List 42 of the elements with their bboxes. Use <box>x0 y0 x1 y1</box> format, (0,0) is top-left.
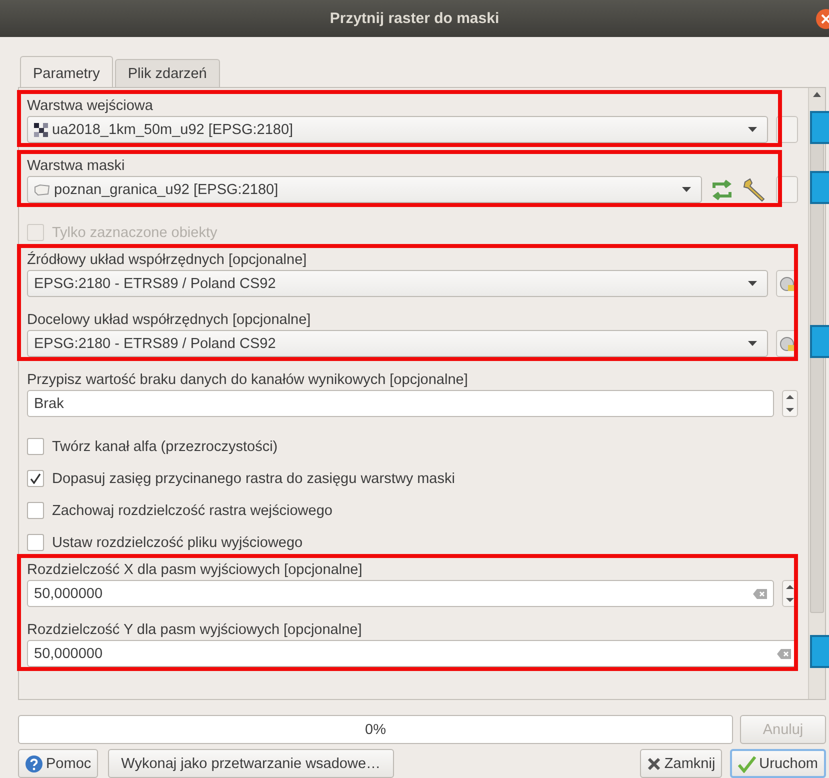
checkbox-label: Zachowaj rozdzielczość rastra wejściowego <box>52 502 332 521</box>
field-label: Docelowy układ współrzędnych [opcjonalne] <box>27 311 312 330</box>
field-label: Przypisz wartość braku danych do kanałów wynikowych [opcjonalne] <box>27 371 469 390</box>
checkbox-label: Dopasuj zasięg przycinanego rastra do zasięgu warstwy maski <box>52 470 455 489</box>
close-icon <box>647 756 662 770</box>
help-button[interactable]: Pomoc <box>18 749 98 778</box>
clear-icon[interactable] <box>777 648 791 658</box>
help-icon <box>25 754 43 772</box>
layer-dropdown[interactable]: ua2018_1km_50m_u92 [EPSG:2180] <box>27 116 768 143</box>
dropdown-caret-icon <box>748 341 757 346</box>
run-button[interactable]: Uruchom <box>730 749 826 778</box>
dropdown-caret-icon <box>682 187 691 192</box>
window-title: Przytnij raster do maski <box>330 10 500 27</box>
tab[interactable]: Parametry <box>20 56 113 88</box>
layer-dropdown[interactable]: poznan_granica_u92 [EPSG:2180] <box>27 176 702 203</box>
refresh-icon[interactable] <box>710 178 734 200</box>
dropdown-caret-icon <box>748 127 757 132</box>
checkbox[interactable] <box>27 438 44 454</box>
input-field[interactable]: Brak <box>27 390 774 417</box>
crs-dropdown[interactable]: EPSG:2180 - ETRS89 / Poland CS92 <box>27 330 768 357</box>
checkbox[interactable] <box>27 502 44 518</box>
batch-button[interactable]: Wykonaj jako przetwarzanie wsadowe… <box>108 749 394 778</box>
scroll-up-icon[interactable] <box>813 92 821 97</box>
field-label: Rozdzielczość Y dla pasm wyjściowych [opcjonalne] <box>27 621 363 640</box>
checkbox-label: Tylko zaznaczone obiekty <box>52 224 218 243</box>
clear-icon[interactable] <box>753 588 767 598</box>
field-label: Warstwa maski <box>27 157 126 176</box>
checkbox[interactable] <box>27 534 44 550</box>
check-icon <box>738 754 756 772</box>
field-label: Źródłowy układ współrzędnych [opcjonalne] <box>27 250 308 270</box>
field-label: Warstwa wejściowa <box>27 97 154 116</box>
spin-buttons[interactable] <box>782 390 798 417</box>
checkbox[interactable] <box>27 470 44 486</box>
close-button[interactable]: Zamknij <box>640 749 722 778</box>
crs-dropdown[interactable]: EPSG:2180 - ETRS89 / Poland CS92 <box>27 270 768 297</box>
dropdown-caret-icon <box>748 281 757 286</box>
tab[interactable]: Plik zdarzeń <box>114 59 220 87</box>
checkbox-label: Ustaw rozdzielczość pliku wyjściowego <box>52 534 303 553</box>
checkbox-label: Twórz kanał alfa (przezroczystości) <box>52 438 278 457</box>
input-field[interactable]: 50,000000 <box>27 580 774 607</box>
field-label: Rozdzielczość X dla pasm wyjściowych [opcjonalne] <box>27 561 364 580</box>
progress-text: 0% <box>365 722 386 738</box>
